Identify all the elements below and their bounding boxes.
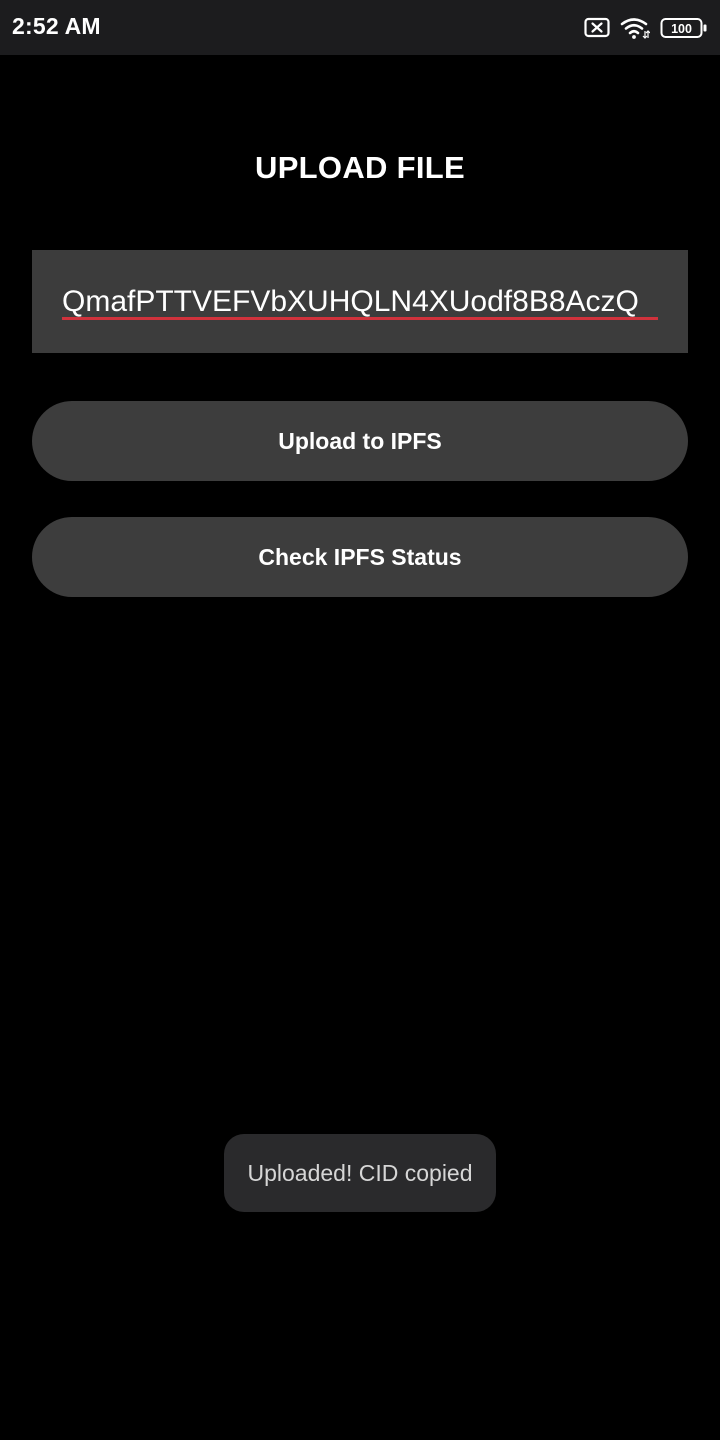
toast-message: Uploaded! CID copied: [224, 1134, 496, 1212]
status-icons: 100: [584, 14, 708, 42]
upload-screen: 2:52 AM 100 UPLOAD FILE QmafPTTVEFVbXUHQ…: [0, 0, 720, 1440]
check-ipfs-status-button[interactable]: Check IPFS Status: [32, 517, 688, 597]
battery-level: 100: [671, 22, 692, 36]
spellcheck-underline: [62, 317, 658, 320]
status-bar: 2:52 AM 100: [0, 0, 720, 55]
upload-to-ipfs-button[interactable]: Upload to IPFS: [32, 401, 688, 481]
status-time: 2:52 AM: [12, 13, 101, 39]
sim-off-icon: [584, 17, 610, 39]
battery-icon: 100: [660, 17, 708, 39]
wifi-icon: [620, 16, 650, 40]
page-title: UPLOAD FILE: [255, 150, 465, 185]
cid-input-value[interactable]: QmafPTTVEFVbXUHQLN4XUodf8B8AczQ: [62, 283, 658, 321]
cid-input[interactable]: QmafPTTVEFVbXUHQLN4XUodf8B8AczQ: [32, 250, 688, 353]
